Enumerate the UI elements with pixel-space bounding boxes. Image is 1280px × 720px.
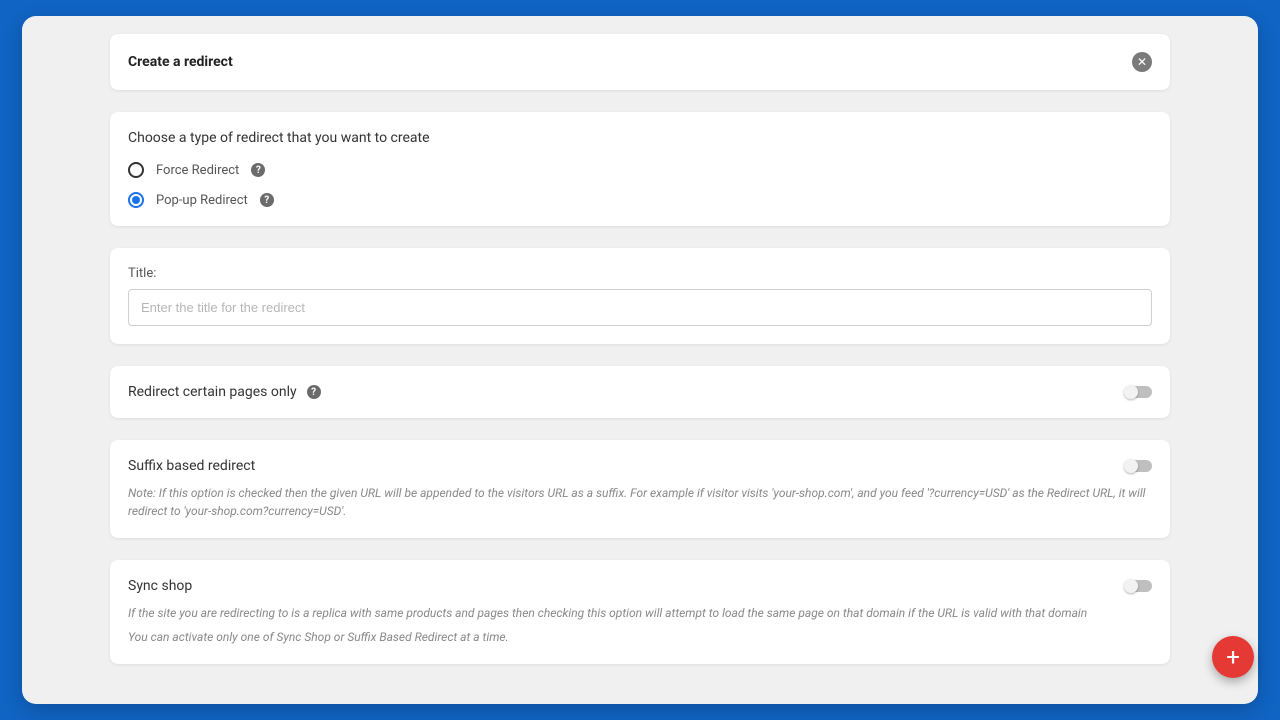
- help-icon[interactable]: ?: [307, 385, 321, 399]
- title-section: Title:: [110, 248, 1170, 344]
- certain-pages-toggle[interactable]: [1126, 386, 1152, 398]
- sync-shop-label: Sync shop: [128, 578, 192, 594]
- help-icon[interactable]: ?: [251, 163, 265, 177]
- certain-pages-label: Redirect certain pages only: [128, 384, 297, 400]
- suffix-section: Suffix based redirect Note: If this opti…: [110, 440, 1170, 538]
- suffix-note: Note: If this option is checked then the…: [128, 484, 1152, 520]
- sync-shop-section: Sync shop If the site you are redirectin…: [110, 560, 1170, 664]
- plus-icon: +: [1226, 643, 1240, 671]
- suffix-toggle[interactable]: [1126, 460, 1152, 472]
- radio-force-redirect[interactable]: Force Redirect ?: [128, 162, 1152, 178]
- suffix-label: Suffix based redirect: [128, 458, 255, 474]
- modal-header: Create a redirect ✕: [110, 34, 1170, 90]
- radio-button[interactable]: [128, 162, 144, 178]
- add-button[interactable]: +: [1212, 636, 1254, 678]
- help-icon[interactable]: ?: [260, 193, 274, 207]
- title-input[interactable]: [128, 289, 1152, 326]
- radio-label: Pop-up Redirect: [156, 193, 248, 208]
- close-icon[interactable]: ✕: [1132, 52, 1152, 72]
- sync-shop-toggle[interactable]: [1126, 580, 1152, 592]
- modal-title: Create a redirect: [128, 54, 233, 70]
- redirect-type-section: Choose a type of redirect that you want …: [110, 112, 1170, 226]
- sync-shop-note-1: If the site you are redirecting to is a …: [128, 604, 1152, 622]
- radio-popup-redirect[interactable]: Pop-up Redirect ?: [128, 192, 1152, 208]
- radio-button[interactable]: [128, 192, 144, 208]
- create-redirect-modal: Create a redirect ✕ Choose a type of red…: [22, 16, 1258, 704]
- certain-pages-section: Redirect certain pages only ?: [110, 366, 1170, 418]
- redirect-type-label: Choose a type of redirect that you want …: [128, 130, 1152, 146]
- radio-label: Force Redirect: [156, 163, 239, 178]
- title-label: Title:: [128, 266, 1152, 281]
- sync-shop-note-2: You can activate only one of Sync Shop o…: [128, 628, 1152, 646]
